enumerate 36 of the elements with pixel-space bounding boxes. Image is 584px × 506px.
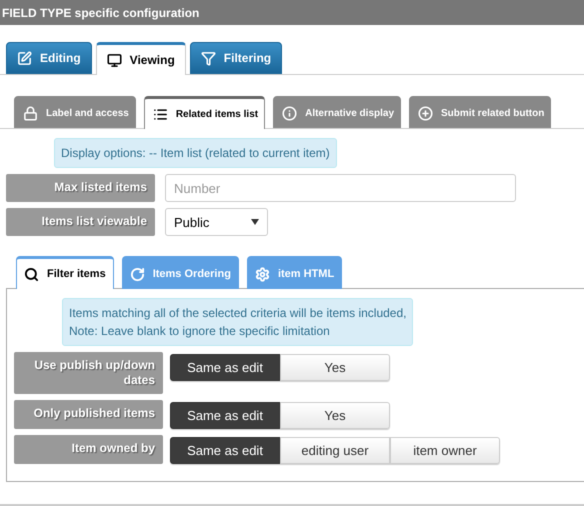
list-icon [152, 106, 168, 122]
input-field[interactable]: Number [165, 174, 516, 202]
tab[interactable]: Alternative display [273, 96, 402, 128]
caret-icon [251, 219, 259, 225]
option-label: Use publish up/down dates [14, 352, 163, 394]
choice-button[interactable]: editing user [280, 437, 390, 464]
option-label: Item owned by [14, 435, 163, 464]
choice-button[interactable]: item owner [390, 437, 500, 464]
choice-button[interactable]: Same as edit [170, 402, 280, 429]
lock-icon [23, 106, 38, 120]
rotate-icon [130, 266, 145, 282]
monitor-icon [106, 52, 122, 68]
gear-icon [254, 266, 270, 282]
option-label: Only published items [14, 400, 163, 429]
choice-button[interactable]: Same as edit [170, 354, 280, 381]
tab[interactable]: Label and access [14, 96, 136, 128]
tab[interactable]: Filtering [190, 42, 282, 74]
field-label: Items list viewable [6, 208, 155, 236]
search-icon [24, 266, 39, 282]
info-message: Items matching all of the selected criteria will be items included, Note: Leave blank to ignore the specific limitation [62, 298, 414, 346]
header-title: FIELD TYPE specific configuration [0, 0, 584, 25]
choice-button[interactable]: Yes [280, 354, 390, 381]
tab[interactable]: Related items list [144, 96, 266, 129]
tab[interactable]: Submit related button [409, 96, 552, 128]
tab[interactable]: Viewing [96, 42, 186, 75]
info-icon [282, 106, 298, 120]
choice-button[interactable]: Yes [280, 402, 390, 429]
filter-icon [200, 50, 216, 66]
info-message: Display options: -- Item list (related to current item) [54, 138, 337, 168]
select-field[interactable]: Public [165, 208, 268, 236]
tab[interactable]: Filter items [16, 256, 114, 289]
edit-icon [17, 50, 32, 66]
choice-button[interactable]: Same as edit [170, 437, 280, 464]
plus-icon [418, 106, 434, 120]
field-label: Max listed items [6, 174, 155, 202]
tab[interactable]: Editing [6, 42, 92, 74]
